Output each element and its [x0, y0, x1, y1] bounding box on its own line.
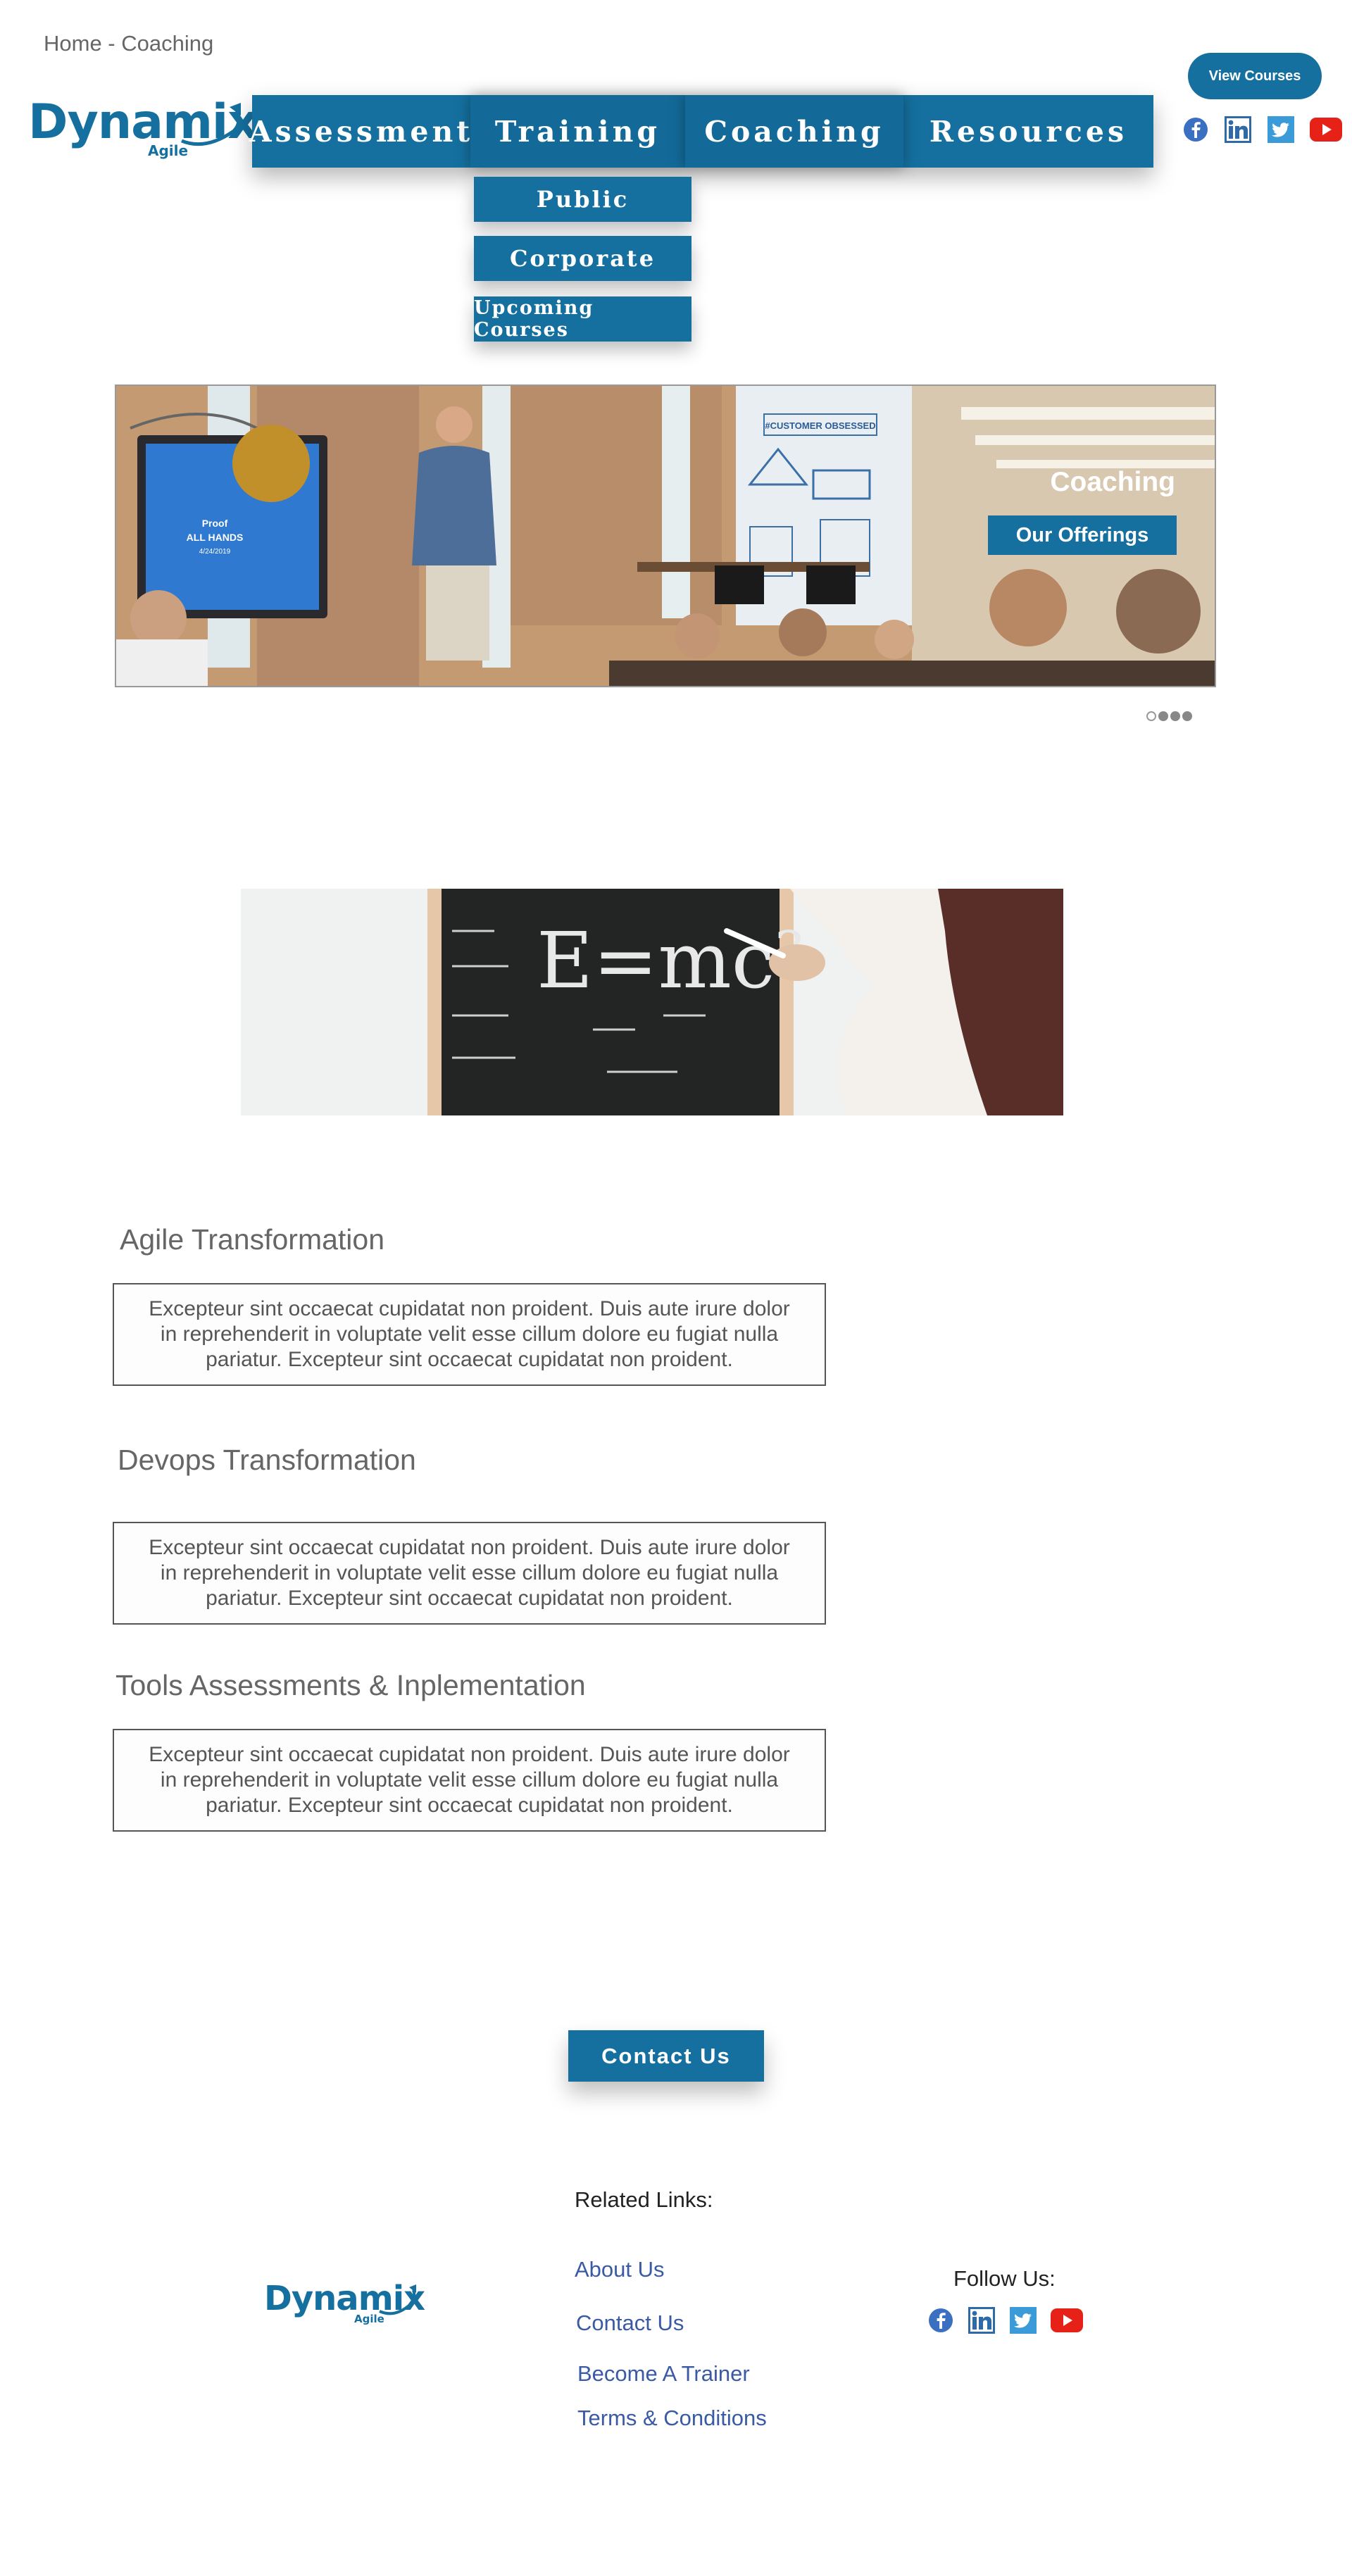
tv-screen-text-2: ALL HANDS	[187, 532, 244, 543]
footer-youtube-icon[interactable]	[1051, 2308, 1083, 2332]
service-body-tools: Excepteur sint occaecat cupidatat non pr…	[113, 1729, 826, 1832]
twitter-icon[interactable]	[1268, 116, 1294, 143]
footer-twitter-icon[interactable]	[1010, 2307, 1037, 2334]
tv-screen-text-1: Proof	[202, 518, 228, 529]
footer-logo[interactable]: Dynamix Agile	[264, 2282, 425, 2325]
nav-coaching[interactable]: Coaching	[685, 95, 903, 168]
slide-dot-3[interactable]	[1170, 711, 1180, 721]
related-links-label: Related Links:	[575, 2187, 713, 2212]
breadcrumb: Home - Coaching	[44, 31, 214, 56]
service-body-devops: Excepteur sint occaecat cupidatat non pr…	[113, 1522, 826, 1625]
chalkboard-photo: E=mc²	[241, 889, 1063, 1115]
footer-logo-arrow-icon	[379, 2284, 416, 2315]
header-social-links	[1183, 115, 1342, 144]
our-offerings-button[interactable]: Our Offerings	[988, 515, 1177, 555]
nav-resources[interactable]: Resources	[903, 95, 1153, 168]
facebook-icon[interactable]	[1183, 117, 1208, 142]
footer-facebook-icon[interactable]	[928, 2308, 953, 2333]
linkedin-icon[interactable]	[1224, 115, 1252, 144]
footer-link-terms[interactable]: Terms & Conditions	[577, 2406, 767, 2431]
slide-dot-2[interactable]	[1158, 711, 1168, 721]
service-title-devops: Devops Transformation	[118, 1444, 416, 1476]
whiteboard-text: #CUSTOMER OBSESSED	[765, 420, 875, 431]
youtube-icon[interactable]	[1310, 118, 1342, 142]
logo-arrow-icon	[181, 103, 241, 146]
header-logo[interactable]: Dynamix Agile	[28, 99, 258, 158]
slide-dot-1[interactable]	[1146, 711, 1156, 721]
service-body-agile: Excepteur sint occaecat cupidatat non pr…	[113, 1283, 826, 1386]
submenu-upcoming-courses[interactable]: Upcoming Courses	[474, 296, 691, 342]
footer-linkedin-icon[interactable]	[968, 2306, 996, 2334]
footer-link-contact-us[interactable]: Contact Us	[576, 2311, 684, 2336]
nav-training[interactable]: Training	[470, 95, 685, 168]
chalkboard-equation: E=mc²	[537, 915, 806, 1006]
service-title-tools: Tools Assessments & Inplementation	[115, 1669, 586, 1701]
tv-screen-text-3: 4/24/2019	[199, 548, 231, 556]
hero-caption: Coaching	[1050, 467, 1175, 497]
slide-dot-4[interactable]	[1182, 711, 1192, 721]
submenu-corporate[interactable]: Corporate	[474, 236, 691, 281]
follow-us-label: Follow Us:	[953, 2266, 1056, 2291]
footer-link-about-us[interactable]: About Us	[575, 2257, 665, 2282]
view-courses-button[interactable]: View Courses	[1188, 53, 1322, 99]
nav-assessment[interactable]: Assessment	[249, 95, 470, 168]
chalkboard-image: E=mc²	[241, 889, 1063, 1115]
slide-indicators	[1146, 711, 1192, 721]
main-nav: Assessment Training Coaching Resources	[249, 95, 1153, 168]
submenu-public[interactable]: Public	[474, 177, 691, 222]
service-title-agile: Agile Transformation	[120, 1223, 385, 1256]
footer-social-links	[928, 2306, 1083, 2334]
contact-us-button[interactable]: Contact Us	[568, 2030, 764, 2082]
footer-link-become-a-trainer[interactable]: Become A Trainer	[577, 2361, 750, 2387]
